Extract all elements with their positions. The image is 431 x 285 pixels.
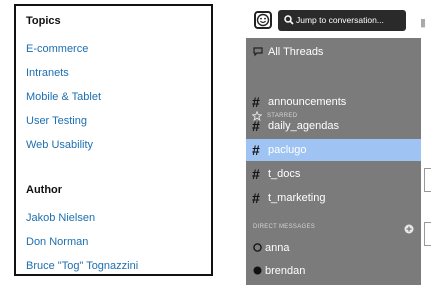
hash-icon: # <box>252 94 260 110</box>
author-link-jakob-nielsen[interactable]: Jakob Nielsen <box>26 206 201 230</box>
dm-item-anna[interactable]: anna <box>246 237 421 259</box>
header-overflow-icon: ▮ <box>420 17 427 29</box>
hash-icon: # <box>252 118 260 134</box>
adjacent-window-edge <box>424 222 431 246</box>
add-circle-icon[interactable] <box>404 224 414 234</box>
channel-item-announcements[interactable]: # announcements <box>246 91 421 113</box>
author-link-bruce-tognazzini[interactable]: Bruce "Tog" Tognazzini <box>26 254 201 278</box>
channel-item-daily-agendas[interactable]: # daily_agendas <box>246 115 421 137</box>
channel-name: daily_agendas <box>268 120 339 132</box>
hash-icon: # <box>252 190 260 206</box>
adjacent-window-edge <box>424 168 431 192</box>
channel-item-t-marketing[interactable]: # t_marketing <box>246 187 421 209</box>
channel-name: announcements <box>268 96 347 108</box>
threads-icon <box>253 47 263 57</box>
presence-away-icon <box>253 243 262 252</box>
topic-link-web-usability[interactable]: Web Usability <box>26 133 201 157</box>
author-link-don-norman[interactable]: Don Norman <box>26 230 201 254</box>
topic-link-ecommerce[interactable]: E-commerce <box>26 37 201 61</box>
presence-online-icon <box>253 266 262 275</box>
author-heading: Author <box>26 184 63 196</box>
topic-link-mobile-tablet[interactable]: Mobile & Tablet <box>26 85 201 109</box>
topic-link-intranets[interactable]: Intranets <box>26 61 201 85</box>
channel-name: t_marketing <box>268 192 326 204</box>
jump-to-conversation-button[interactable]: Jump to conversation... <box>278 10 406 31</box>
channel-name: t_docs <box>268 168 301 180</box>
smiley-logo-icon[interactable] <box>254 11 272 29</box>
channel-item-paclugo[interactable]: # paclugo <box>246 139 421 161</box>
channel-name: paclugo <box>268 144 307 156</box>
dm-name: anna <box>265 242 290 254</box>
sidebar-item-label: All Threads <box>268 46 324 58</box>
channel-sidebar: All Threads STARRED # announcements # da… <box>246 38 421 285</box>
search-icon <box>284 15 294 25</box>
direct-messages-section-label: DIRECT MESSAGES <box>253 224 316 230</box>
sidebar-item-all-threads[interactable]: All Threads <box>246 41 421 63</box>
dm-item-brendan[interactable]: brendan <box>246 260 421 282</box>
chat-sidebar-header: Jump to conversation... <box>246 4 420 38</box>
channel-item-t-docs[interactable]: # t_docs <box>246 163 421 185</box>
topics-heading: Topics <box>26 15 61 27</box>
dm-name: brendan <box>265 265 306 277</box>
hash-icon: # <box>252 142 260 158</box>
topic-link-user-testing[interactable]: User Testing <box>26 109 201 133</box>
hash-icon: # <box>252 166 260 182</box>
topics-navigation-panel: Topics E-commerce Intranets Mobile & Tab… <box>14 4 213 276</box>
jump-to-conversation-label: Jump to conversation... <box>296 15 384 25</box>
